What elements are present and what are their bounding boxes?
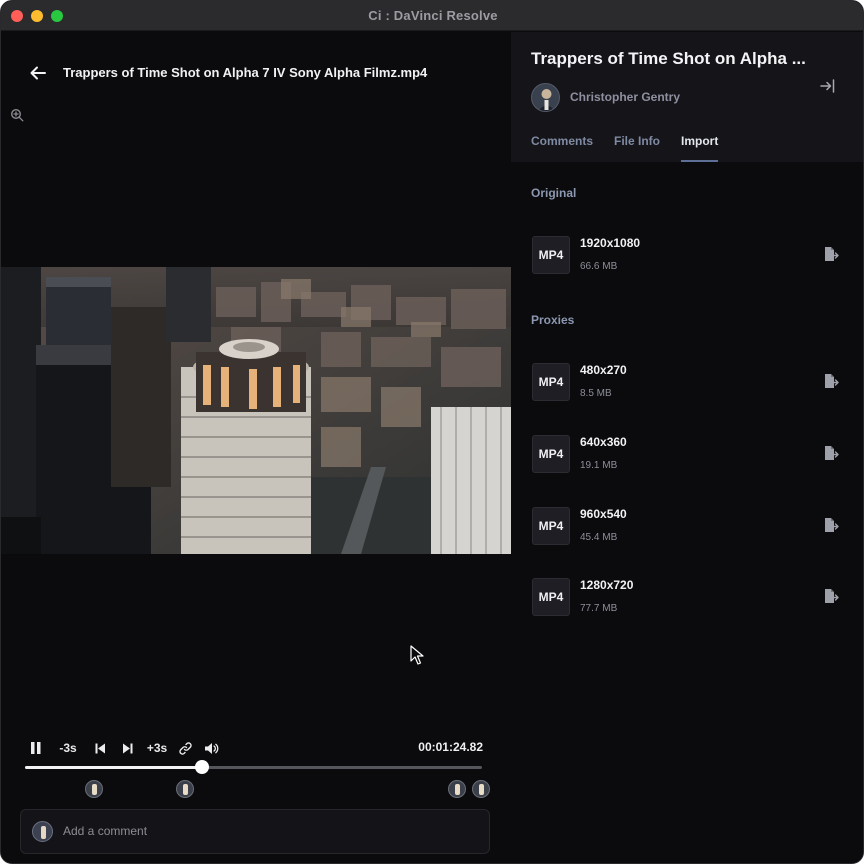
volume-button[interactable] bbox=[199, 738, 223, 758]
details-panel: Trappers of Time Shot on Alpha ... Chris… bbox=[511, 32, 863, 863]
video-player: Trappers of Time Shot on Alpha 7 IV Sony… bbox=[1, 32, 511, 863]
author-name: Christopher Gentry bbox=[570, 90, 681, 104]
file-type-badge: MP4 bbox=[532, 507, 570, 545]
tab-file-info[interactable]: File Info bbox=[614, 134, 660, 162]
proxies-section-label: Proxies bbox=[531, 313, 575, 327]
copy-link-button[interactable] bbox=[171, 738, 199, 758]
back-arrow-icon[interactable] bbox=[29, 64, 47, 82]
proxy-file-row: MP4 640x360 19.1 MB bbox=[531, 435, 841, 475]
skip-forward-icon bbox=[122, 743, 132, 753]
skip-back-icon bbox=[95, 743, 105, 753]
file-size-label: 66.6 MB bbox=[580, 261, 618, 272]
import-file-icon[interactable] bbox=[823, 517, 839, 533]
video-frame[interactable] bbox=[1, 267, 511, 554]
resolution-label: 1280x720 bbox=[580, 578, 634, 592]
comment-marker[interactable] bbox=[84, 780, 103, 798]
original-section-label: Original bbox=[531, 186, 577, 200]
resolution-label: 480x270 bbox=[580, 363, 627, 377]
proxy-file-row: MP4 960x540 45.4 MB bbox=[531, 507, 841, 547]
pause-button[interactable] bbox=[25, 738, 47, 758]
file-size-label: 8.5 MB bbox=[580, 388, 612, 399]
volume-icon bbox=[204, 742, 218, 754]
comment-marker[interactable] bbox=[447, 780, 466, 798]
file-type-badge: MP4 bbox=[532, 236, 570, 274]
tab-comments[interactable]: Comments bbox=[531, 134, 593, 162]
previous-frame-button[interactable] bbox=[89, 738, 111, 758]
comment-input[interactable]: Add a comment bbox=[20, 809, 490, 854]
mouse-cursor-icon bbox=[410, 645, 424, 665]
comment-placeholder: Add a comment bbox=[63, 824, 148, 838]
timecode: 00:01:24.82 bbox=[418, 740, 483, 754]
progress-thumb[interactable] bbox=[195, 760, 210, 774]
next-frame-button[interactable] bbox=[111, 738, 143, 758]
progress-fill bbox=[25, 766, 203, 769]
file-type-badge: MP4 bbox=[532, 363, 570, 401]
import-file-icon[interactable] bbox=[823, 373, 839, 389]
panel-title: Trappers of Time Shot on Alpha ... bbox=[531, 49, 806, 68]
maximize-window-button[interactable] bbox=[51, 10, 63, 22]
playback-controls: -3s +3s 00:01:24.82 bbox=[25, 737, 483, 759]
proxy-file-row: MP4 1280x720 77.7 MB bbox=[531, 578, 841, 618]
original-file-row: MP4 1920x1080 66.6 MB bbox=[531, 236, 841, 276]
sign-out-icon[interactable] bbox=[820, 79, 836, 93]
file-size-label: 19.1 MB bbox=[580, 460, 618, 471]
minimize-window-button[interactable] bbox=[31, 10, 43, 22]
author-avatar bbox=[531, 83, 560, 112]
resolution-label: 960x540 bbox=[580, 507, 627, 521]
zoom-in-icon[interactable] bbox=[10, 108, 24, 122]
window-title: Ci : DaVinci Resolve bbox=[368, 8, 498, 23]
file-type-badge: MP4 bbox=[532, 578, 570, 616]
import-file-icon[interactable] bbox=[823, 588, 839, 604]
comment-marker[interactable] bbox=[471, 780, 490, 798]
close-window-button[interactable] bbox=[11, 10, 23, 22]
title-bar: Ci : DaVinci Resolve bbox=[1, 1, 863, 31]
comment-marker[interactable] bbox=[175, 780, 194, 798]
resolution-label: 640x360 bbox=[580, 435, 627, 449]
resolution-label: 1920x1080 bbox=[580, 236, 641, 250]
import-file-icon[interactable] bbox=[823, 445, 839, 461]
panel-tabs: Comments File Info Import bbox=[531, 134, 739, 162]
file-title: Trappers of Time Shot on Alpha 7 IV Sony… bbox=[63, 65, 428, 80]
app-window: Ci : DaVinci Resolve Trappers of Time Sh… bbox=[0, 0, 864, 864]
file-size-label: 45.4 MB bbox=[580, 532, 618, 543]
link-icon bbox=[178, 741, 192, 755]
file-size-label: 77.7 MB bbox=[580, 603, 618, 614]
rewind-3s-button[interactable]: -3s bbox=[47, 738, 89, 758]
tab-import[interactable]: Import bbox=[681, 134, 719, 162]
import-file-icon[interactable] bbox=[823, 246, 839, 262]
forward-3s-button[interactable]: +3s bbox=[143, 738, 171, 758]
progress-bar[interactable] bbox=[25, 760, 482, 774]
panel-header: Trappers of Time Shot on Alpha ... Chris… bbox=[511, 32, 863, 162]
proxy-file-row: MP4 480x270 8.5 MB bbox=[531, 363, 841, 403]
file-type-badge: MP4 bbox=[532, 435, 570, 473]
avatar bbox=[32, 821, 53, 842]
pause-icon bbox=[31, 742, 41, 754]
